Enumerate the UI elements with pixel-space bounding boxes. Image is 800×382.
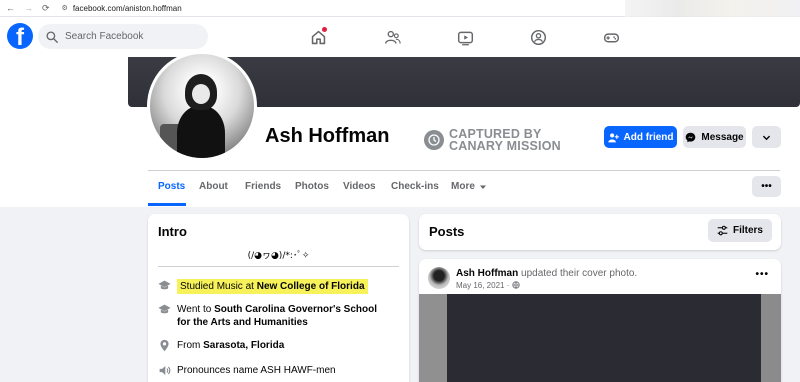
forward-arrow-icon[interactable]: → xyxy=(24,3,33,13)
posts-title: Posts xyxy=(429,224,465,239)
hometown-link[interactable]: Sarasota, Florida xyxy=(203,340,284,351)
intro-hometown: From Sarasota, Florida xyxy=(158,339,284,352)
chevron-down-icon xyxy=(762,135,771,140)
overlay-line-2: CANARY MISSION xyxy=(449,139,561,153)
post-meta: May 16, 2021 · xyxy=(456,281,520,290)
more-dots-icon: ••• xyxy=(761,181,772,192)
profile-more-menu-button[interactable]: ••• xyxy=(752,176,781,197)
clock-icon xyxy=(424,130,444,150)
speaker-icon xyxy=(159,366,171,375)
site-info-icon[interactable]: ⚙ xyxy=(62,4,68,12)
filters-button[interactable]: Filters xyxy=(707,219,772,242)
tab-check-ins[interactable]: Check-ins xyxy=(391,181,439,192)
browser-nav: ← → ⟳ xyxy=(6,3,50,14)
search-icon xyxy=(46,30,58,43)
reload-icon[interactable]: ⟳ xyxy=(42,3,50,14)
message-button[interactable]: Message xyxy=(683,126,746,148)
tab-about[interactable]: About xyxy=(199,181,228,192)
add-friend-label: Add friend xyxy=(623,131,674,143)
post-date-link[interactable]: May 16, 2021 xyxy=(456,281,504,290)
tab-more[interactable]: More xyxy=(451,181,487,192)
browser-toolbar: ← → ⟳ ⚙ facebook.com/aniston.hoffman xyxy=(0,0,800,17)
tab-videos[interactable]: Videos xyxy=(343,181,376,192)
avatar-face-shape xyxy=(192,84,210,104)
url-text: facebook.com/aniston.hoffman xyxy=(72,3,182,13)
college-link[interactable]: New College of Florida xyxy=(257,281,365,292)
groups-icon[interactable] xyxy=(527,26,549,48)
sliders-icon xyxy=(717,225,728,236)
globe-icon xyxy=(511,281,520,289)
search-input[interactable] xyxy=(65,31,205,42)
friends-icon[interactable] xyxy=(381,26,403,48)
more-options-button[interactable] xyxy=(752,126,781,148)
post-author-link[interactable]: Ash Hoffman xyxy=(456,268,518,279)
from-prefix: From xyxy=(177,340,201,351)
tab-friends[interactable]: Friends xyxy=(245,181,281,192)
message-label: Message xyxy=(701,131,744,143)
add-friend-icon xyxy=(607,132,619,142)
facebook-topbar: f xyxy=(0,17,800,57)
graduation-cap-icon xyxy=(158,280,171,290)
intro-education-school: Went to South Carolina Governor's School… xyxy=(158,303,393,329)
video-icon[interactable] xyxy=(454,26,476,48)
post-action-text: updated their cover photo. xyxy=(521,268,638,279)
post-header-text: Ash Hoffman updated their cover photo. xyxy=(456,268,637,279)
photo-right-edge xyxy=(761,294,781,382)
highlighted-education: Studied Music at New College of Florida xyxy=(177,279,368,294)
intro-card: Intro (/◕ヮ◕)/*:･ﾟ✧ Studied Music at New … xyxy=(148,214,409,382)
home-icon[interactable] xyxy=(307,26,329,48)
browser-extensions-area xyxy=(625,0,800,17)
post-card: Ash Hoffman updated their cover photo. M… xyxy=(419,259,781,382)
graduation-cap-icon xyxy=(158,304,171,314)
add-friend-button[interactable]: Add friend xyxy=(604,126,677,148)
search-box[interactable] xyxy=(38,24,208,49)
profile-name: Ash Hoffman xyxy=(265,125,390,147)
intro-pronunciation: Pronounces name ASH HAWF-men xyxy=(158,364,336,377)
posts-header-card: Posts Filters xyxy=(419,214,781,250)
tabs-divider xyxy=(148,170,780,171)
intro-education-college: Studied Music at New College of Florida xyxy=(158,279,368,294)
avatar-body-shape xyxy=(177,106,225,158)
profile-picture[interactable] xyxy=(147,51,257,161)
tab-more-label: More xyxy=(451,181,475,192)
post-cover-photo[interactable] xyxy=(419,294,781,382)
tab-posts[interactable]: Posts xyxy=(158,181,185,192)
captured-overlay: CAPTURED BY CANARY MISSION xyxy=(424,128,561,152)
tab-photos[interactable]: Photos xyxy=(295,181,329,192)
studied-prefix: Studied Music at xyxy=(180,281,254,292)
post-meta-separator: · xyxy=(506,281,510,290)
went-prefix: Went to xyxy=(177,304,212,315)
gaming-icon[interactable] xyxy=(600,26,622,48)
location-pin-icon xyxy=(160,339,169,352)
filters-label: Filters xyxy=(732,225,763,236)
address-bar[interactable]: ⚙ facebook.com/aniston.hoffman xyxy=(62,2,622,15)
messenger-icon xyxy=(686,132,696,142)
post-options-button[interactable]: ••• xyxy=(755,269,769,280)
active-tab-indicator xyxy=(148,203,186,206)
back-arrow-icon[interactable]: ← xyxy=(6,3,15,13)
intro-bio: (/◕ヮ◕)/*:･ﾟ✧ xyxy=(247,251,310,261)
facebook-logo[interactable]: f xyxy=(7,23,33,49)
intro-divider xyxy=(158,266,399,267)
intro-title: Intro xyxy=(158,224,187,239)
notification-dot xyxy=(322,27,327,32)
caret-down-icon xyxy=(479,185,486,189)
post-author-avatar[interactable] xyxy=(428,267,450,289)
pronunciation-text: Pronounces name ASH HAWF-men xyxy=(177,365,336,376)
photo-left-edge xyxy=(419,294,447,382)
